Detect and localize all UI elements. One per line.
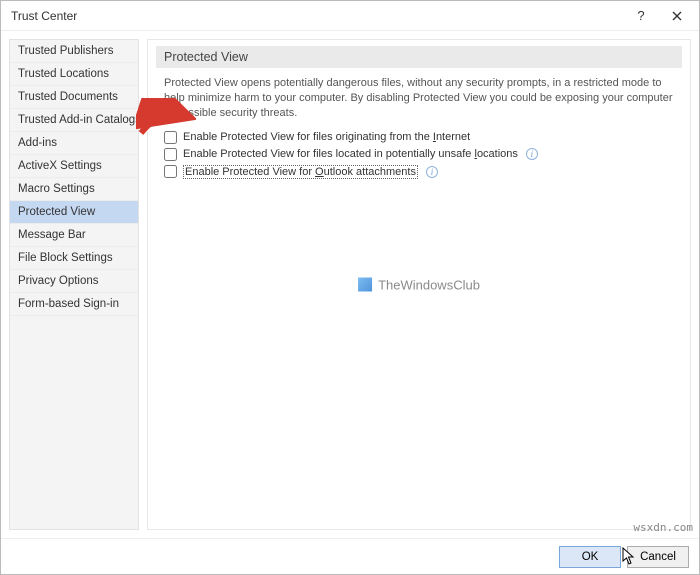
sidebar-item-privacy-options[interactable]: Privacy Options [10,270,138,293]
source-watermark: wsxdn.com [633,521,693,534]
options-list: Enable Protected View for files originat… [156,131,682,179]
sidebar-item-protected-view[interactable]: Protected View [10,201,138,224]
sidebar-item-form-based-signin[interactable]: Form-based Sign-in [10,293,138,316]
sidebar-item-trusted-documents[interactable]: Trusted Documents [10,86,138,109]
sidebar-item-trusted-publishers[interactable]: Trusted Publishers [10,40,138,63]
trust-center-dialog: Trust Center ? Trusted Publishers Truste… [0,0,700,575]
option-unsafe-locations-label: Enable Protected View for files located … [183,148,518,160]
sidebar-item-file-block-settings[interactable]: File Block Settings [10,247,138,270]
cancel-button[interactable]: Cancel [627,546,689,568]
close-icon [672,11,682,21]
watermark-icon [358,278,372,292]
dialog-footer: OK Cancel [1,538,699,574]
window-title: Trust Center [11,9,623,23]
info-icon[interactable]: i [526,148,538,160]
sidebar: Trusted Publishers Trusted Locations Tru… [9,39,139,530]
sidebar-item-trusted-locations[interactable]: Trusted Locations [10,63,138,86]
sidebar-item-macro-settings[interactable]: Macro Settings [10,178,138,201]
sidebar-item-activex-settings[interactable]: ActiveX Settings [10,155,138,178]
option-outlook-attachments-label: Enable Protected View for Outlook attach… [183,165,418,179]
checkbox-unsafe-locations[interactable] [164,148,177,161]
option-internet-label: Enable Protected View for files originat… [183,131,470,143]
sidebar-item-message-bar[interactable]: Message Bar [10,224,138,247]
section-description: Protected View opens potentially dangero… [156,76,682,131]
option-internet[interactable]: Enable Protected View for files originat… [164,131,674,144]
ok-button[interactable]: OK [559,546,621,568]
option-outlook-attachments[interactable]: Enable Protected View for Outlook attach… [164,165,674,179]
section-header: Protected View [156,46,682,68]
sidebar-item-trusted-addin-catalogs[interactable]: Trusted Add-in Catalogs [10,109,138,132]
sidebar-item-add-ins[interactable]: Add-ins [10,132,138,155]
titlebar: Trust Center ? [1,1,699,31]
dialog-body: Trusted Publishers Trusted Locations Tru… [1,31,699,538]
option-unsafe-locations[interactable]: Enable Protected View for files located … [164,148,674,161]
watermark: TheWindowsClub [358,277,480,292]
info-icon[interactable]: i [426,166,438,178]
checkbox-outlook-attachments[interactable] [164,165,177,178]
watermark-text: TheWindowsClub [378,277,480,292]
checkbox-internet[interactable] [164,131,177,144]
main-panel: Protected View Protected View opens pote… [147,39,691,530]
help-button[interactable]: ? [623,1,659,31]
close-button[interactable] [659,1,695,31]
